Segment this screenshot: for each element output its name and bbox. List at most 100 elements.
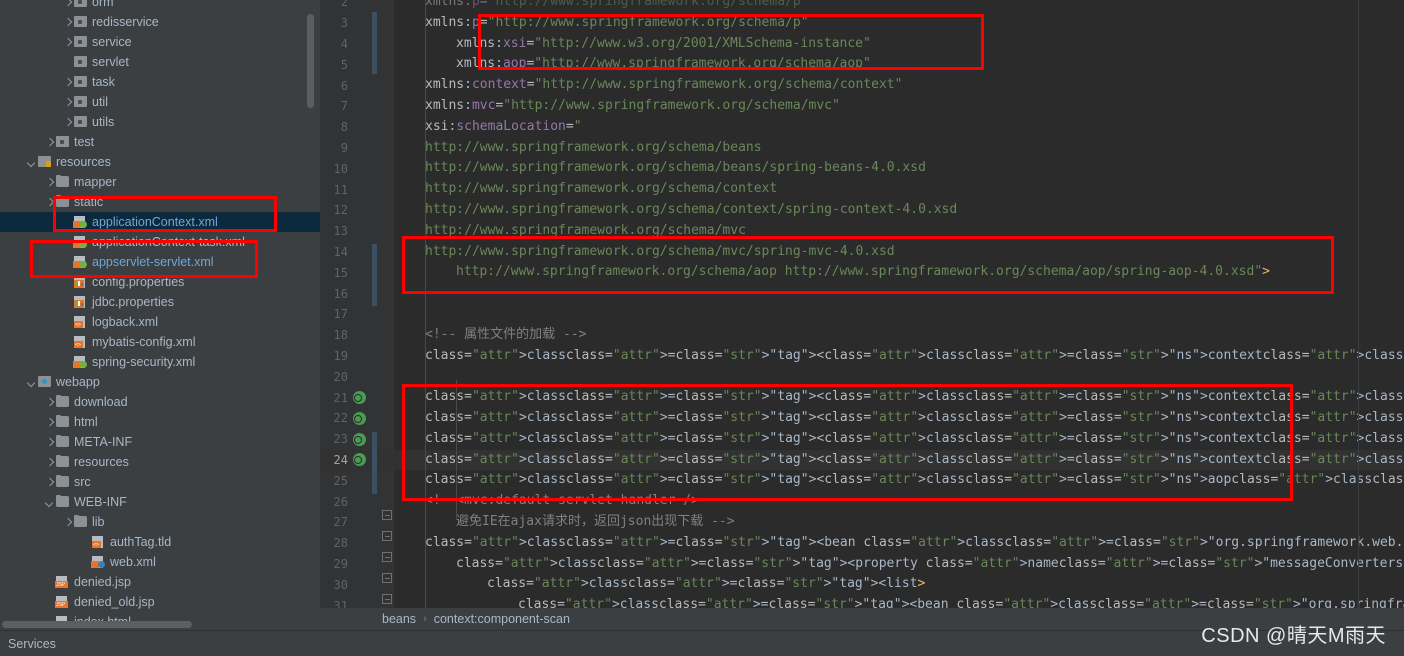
code-line-23[interactable]: class="attr">classclass="attr">=class="s…: [425, 429, 1404, 450]
tree-item-webapp[interactable]: webapp: [0, 372, 320, 392]
gutter-line-11[interactable]: 11: [320, 179, 386, 200]
tree-item-servlet[interactable]: servlet: [0, 52, 320, 72]
chevron-right-icon[interactable]: [44, 177, 55, 188]
spring-bean-gutter-icon[interactable]: [353, 432, 366, 446]
chevron-right-icon[interactable]: [44, 477, 55, 488]
code-line-11[interactable]: http://www.springframework.org/schema/co…: [425, 179, 777, 200]
spring-bean-gutter-icon[interactable]: [353, 391, 366, 405]
chevron-right-icon[interactable]: [44, 457, 55, 468]
tree-item-resources[interactable]: resources: [0, 452, 320, 472]
spring-bean-gutter-icon[interactable]: [353, 411, 366, 425]
code-line-14[interactable]: http://www.springframework.org/schema/mv…: [425, 242, 895, 263]
code-line-9[interactable]: http://www.springframework.org/schema/be…: [425, 138, 762, 159]
code-fold-toggle[interactable]: [382, 510, 392, 520]
code-line-12[interactable]: http://www.springframework.org/schema/co…: [425, 200, 957, 221]
chevron-right-icon[interactable]: [62, 17, 73, 28]
tree-item-authtag-tld[interactable]: <> authTag.tld: [0, 532, 320, 552]
gutter-line-27[interactable]: 27: [320, 512, 386, 533]
code-line-8[interactable]: xsi:schemaLocation=": [425, 117, 582, 138]
code-line-7[interactable]: xmlns:mvc="http://www.springframework.or…: [425, 96, 840, 117]
chevron-right-icon[interactable]: [62, 517, 73, 528]
gutter-line-30[interactable]: 30: [320, 574, 386, 595]
gutter-line-12[interactable]: 12: [320, 200, 386, 221]
tree-item-web-inf[interactable]: WEB-INF: [0, 492, 320, 512]
gutter-line-9[interactable]: 9: [320, 138, 386, 159]
tree-item-service[interactable]: service: [0, 32, 320, 52]
code-fold-toggle[interactable]: [382, 552, 392, 562]
code-line-5[interactable]: xmlns:aop="http://www.springframework.or…: [456, 54, 871, 75]
tree-vertical-scrollbar[interactable]: [307, 14, 314, 108]
code-line-24[interactable]: class="attr">classclass="attr">=class="s…: [425, 450, 1404, 471]
code-line-3[interactable]: xmlns:p="http://www.springframework.org/…: [425, 13, 809, 34]
code-line-26[interactable]: <!--<mvc:default-servlet-handler />: [425, 491, 699, 512]
code-fold-toggle[interactable]: [382, 594, 392, 604]
code-fold-toggle[interactable]: [382, 573, 392, 583]
code-line-10[interactable]: http://www.springframework.org/schema/be…: [425, 158, 926, 179]
chevron-down-icon[interactable]: [44, 497, 55, 508]
tree-item-orm[interactable]: orm: [0, 0, 320, 12]
tree-item-util[interactable]: util: [0, 92, 320, 112]
status-bar[interactable]: Services: [0, 630, 1404, 656]
services-tool-button[interactable]: Services: [8, 637, 56, 651]
gutter-line-28[interactable]: 28: [320, 533, 386, 554]
chevron-right-icon[interactable]: [44, 397, 55, 408]
project-tree-panel[interactable]: orm redisservice service servlet task ut…: [0, 0, 320, 630]
tree-item-lib[interactable]: lib: [0, 512, 320, 532]
tree-item-denied-jsp[interactable]: JSP denied.jsp: [0, 572, 320, 592]
code-text-area[interactable]: xmlns:p="http://www.springframework.org/…: [394, 0, 1404, 630]
tree-item-task[interactable]: task: [0, 72, 320, 92]
tree-item-spring-security-xml[interactable]: spring-security.xml: [0, 352, 320, 372]
gutter-line-20[interactable]: 20: [320, 366, 386, 387]
code-line-2[interactable]: xmlns:p="http://www.springframework.org/…: [425, 0, 809, 13]
chevron-right-icon[interactable]: [62, 97, 73, 108]
tree-item-html[interactable]: html: [0, 412, 320, 432]
gutter-line-17[interactable]: 17: [320, 304, 386, 325]
gutter-line-13[interactable]: 13: [320, 221, 386, 242]
code-line-22[interactable]: class="attr">classclass="attr">=class="s…: [425, 408, 1404, 429]
tree-item-utils[interactable]: utils: [0, 112, 320, 132]
tree-horizontal-scrollbar[interactable]: [2, 621, 192, 628]
breadcrumb-root[interactable]: beans: [382, 612, 416, 626]
code-line-4[interactable]: xmlns:xsi="http://www.w3.org/2001/XMLSch…: [456, 34, 871, 55]
tree-item-appservlet-servlet-xml[interactable]: appservlet-servlet.xml: [0, 252, 320, 272]
chevron-right-icon[interactable]: [44, 417, 55, 428]
code-line-6[interactable]: xmlns:context="http://www.springframewor…: [425, 75, 902, 96]
code-line-27[interactable]: 避免IE在ajax请求时，返回json出现下载 -->: [456, 512, 735, 533]
breadcrumb-leaf[interactable]: context:component-scan: [434, 612, 570, 626]
tree-item-download[interactable]: download: [0, 392, 320, 412]
code-line-28[interactable]: class="attr">classclass="attr">=class="s…: [425, 533, 1404, 554]
tree-item-src[interactable]: src: [0, 472, 320, 492]
tree-item-redisservice[interactable]: redisservice: [0, 12, 320, 32]
chevron-right-icon[interactable]: [44, 137, 55, 148]
code-editor[interactable]: 2 3 4 5 6 7 8 9 10 11 12 13 14 15 16 17 18 19 20 21 22 23 24 25…: [320, 0, 1404, 630]
chevron-right-icon[interactable]: [62, 37, 73, 48]
tree-item-jdbc-properties[interactable]: jdbc.properties: [0, 292, 320, 312]
tree-item-mybatis-config-xml[interactable]: <> mybatis-config.xml: [0, 332, 320, 352]
gutter-line-2[interactable]: 2: [320, 0, 386, 13]
gutter-line-21[interactable]: 21: [320, 387, 386, 408]
tree-item-config-properties[interactable]: config.properties: [0, 272, 320, 292]
gutter-line-22[interactable]: 22: [320, 408, 386, 429]
code-line-21[interactable]: class="attr">classclass="attr">=class="s…: [425, 387, 1404, 408]
tree-item-static[interactable]: static: [0, 192, 320, 212]
gutter-line-29[interactable]: 29: [320, 554, 386, 575]
chevron-down-icon[interactable]: [26, 377, 37, 388]
gutter-line-6[interactable]: 6: [320, 75, 386, 96]
code-fold-toggle[interactable]: [382, 531, 392, 541]
chevron-right-icon[interactable]: [62, 117, 73, 128]
chevron-right-icon[interactable]: [44, 197, 55, 208]
gutter-line-10[interactable]: 10: [320, 158, 386, 179]
tree-item-test[interactable]: test: [0, 132, 320, 152]
gutter-line-18[interactable]: 18: [320, 325, 386, 346]
tree-item-mapper[interactable]: mapper: [0, 172, 320, 192]
code-line-18[interactable]: <!-- 属性文件的加载 -->: [425, 325, 586, 346]
code-line-29[interactable]: class="attr">classclass="attr">=class="s…: [456, 554, 1404, 575]
code-line-15[interactable]: http://www.springframework.org/schema/ao…: [456, 262, 1270, 283]
chevron-right-icon[interactable]: [62, 77, 73, 88]
chevron-right-icon[interactable]: [62, 0, 73, 8]
tree-item-denied-old-jsp[interactable]: JSP denied_old.jsp: [0, 592, 320, 612]
tree-item-logback-xml[interactable]: <> logback.xml: [0, 312, 320, 332]
tree-item-meta-inf[interactable]: META-INF: [0, 432, 320, 452]
code-line-19[interactable]: class="attr">classclass="attr">=class="s…: [425, 346, 1404, 367]
gutter-line-19[interactable]: 19: [320, 346, 386, 367]
